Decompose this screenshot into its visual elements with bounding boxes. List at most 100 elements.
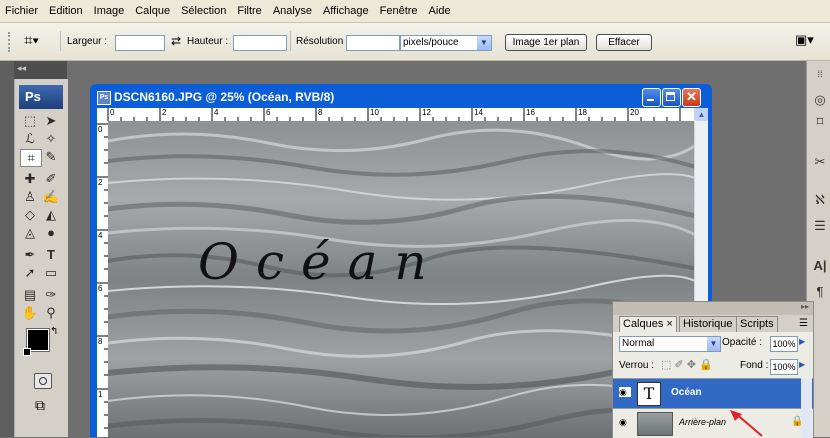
text-layer-thumbnail: T xyxy=(637,382,661,406)
lock-label: Verrou : xyxy=(619,360,655,371)
minimize-button[interactable] xyxy=(642,88,661,107)
document-title: DSCN6160.JPG @ 25% (Océan, RVB/8) xyxy=(114,90,335,104)
scroll-up-icon[interactable]: ▲ xyxy=(695,108,708,121)
fill-arrow-icon[interactable]: ▶ xyxy=(799,360,805,369)
menu-window[interactable]: Fenêtre xyxy=(375,0,424,22)
marquee-tool-icon[interactable]: ⬚ xyxy=(20,113,40,129)
resolution-input[interactable] xyxy=(346,35,400,51)
paragraph-icon[interactable]: ¶ xyxy=(811,283,829,301)
swatches-icon[interactable]: ✂ xyxy=(811,153,829,171)
image-canvas[interactable]: Océan xyxy=(108,121,694,437)
visibility-eye-icon[interactable]: ◉ xyxy=(619,417,631,427)
panel-collapse-icon[interactable]: ▸▸ xyxy=(801,302,809,311)
quick-mask-icon[interactable] xyxy=(34,373,52,389)
magic-wand-icon[interactable]: ✧ xyxy=(41,131,61,147)
grip-handle[interactable] xyxy=(8,32,20,52)
screen-mode-icon[interactable]: ⧉ xyxy=(35,397,45,414)
workspace-icon[interactable]: ▣▾ xyxy=(795,32,817,50)
ruler-v-label: 8 xyxy=(98,337,103,346)
zoom-tool-icon[interactable]: ⚲ xyxy=(41,305,61,321)
toolbox: Ps ⬚ ➤ ℒ ✧ ⌗ ✎ ✚ ✐ ♙ ✍ ◇ ◭ ◬ ● ✒ T ➚ ▭ ▤… xyxy=(14,79,68,437)
slice-tool-icon[interactable]: ✎ xyxy=(41,149,61,165)
photoshop-logo: Ps xyxy=(19,85,63,109)
menu-select[interactable]: Sélection xyxy=(176,0,232,22)
lasso-tool-icon[interactable]: ℒ xyxy=(20,131,40,147)
clear-button[interactable]: Effacer xyxy=(596,34,652,51)
move-tool-icon[interactable]: ➤ xyxy=(41,113,61,129)
maximize-button[interactable] xyxy=(662,88,681,107)
tab-history[interactable]: Historique xyxy=(679,316,737,332)
brush-tool-icon[interactable]: ✐ xyxy=(41,171,61,187)
path-selection-icon[interactable]: ➚ xyxy=(20,265,40,281)
close-icon[interactable]: ✕ xyxy=(682,88,701,107)
menu-analysis[interactable]: Analyse xyxy=(268,0,318,22)
hand-tool-icon[interactable]: ✋ xyxy=(20,305,40,321)
chevron-down-icon[interactable]: ▼ xyxy=(707,337,720,351)
menu-image[interactable]: Image xyxy=(89,0,131,22)
crop-tool-icon[interactable]: ⌗ xyxy=(20,149,42,167)
separator xyxy=(60,31,61,51)
crop-tool-preset-icon[interactable]: ⌗▾ xyxy=(24,31,46,51)
fill-label: Fond : xyxy=(740,360,769,371)
swap-icon[interactable]: ⇄ xyxy=(171,34,181,48)
horizontal-ruler[interactable]: 0 2 4 6 8 10 12 14 16 18 20 xyxy=(97,108,705,122)
document-title-bar[interactable]: Ps DSCN6160.JPG @ 25% (Océan, RVB/8) ✕ xyxy=(95,86,701,108)
menu-view[interactable]: Affichage xyxy=(318,0,375,22)
tab-layers[interactable]: Calques × xyxy=(619,316,677,332)
tab-scripts[interactable]: Scripts xyxy=(736,316,778,332)
front-image-button[interactable]: Image 1er plan xyxy=(505,34,587,51)
blur-tool-icon[interactable]: ◬ xyxy=(20,225,40,241)
collapse-icon[interactable]: ◂◂ xyxy=(17,63,26,74)
blend-mode-select[interactable]: Normal ▼ xyxy=(619,336,721,352)
menu-edit[interactable]: Edition xyxy=(44,0,89,22)
styles-icon[interactable]: ℵ xyxy=(811,191,829,209)
visibility-eye-icon[interactable]: ◉ xyxy=(619,387,631,397)
healing-brush-icon[interactable]: ✚ xyxy=(20,171,40,187)
navigator-icon[interactable]: ◎ xyxy=(811,91,829,109)
menu-layer[interactable]: Calque xyxy=(130,0,176,22)
height-input[interactable] xyxy=(233,35,287,51)
type-tool-icon[interactable]: T xyxy=(41,247,61,263)
layers-scrollbar[interactable] xyxy=(801,378,812,438)
ruler-h-label: 4 xyxy=(214,108,219,117)
panel-menu-icon[interactable]: ☰ xyxy=(799,318,808,329)
resolution-unit-value: pixels/pouce xyxy=(403,37,459,48)
pen-tool-icon[interactable]: ✒ xyxy=(20,247,40,263)
actions-icon[interactable]: ☰ xyxy=(811,217,829,235)
panel-grip-icon[interactable]: ⁞⁞ xyxy=(811,65,829,83)
swap-colors-icon[interactable]: ↰ xyxy=(50,326,58,337)
menu-filter[interactable]: Filtre xyxy=(232,0,267,22)
menu-help[interactable]: Aide xyxy=(424,0,457,22)
left-dock xyxy=(0,61,14,437)
fill-input[interactable]: 100% xyxy=(770,359,798,375)
rectangle-tool-icon[interactable]: ▭ xyxy=(41,265,61,281)
clone-stamp-icon[interactable]: ♙ xyxy=(20,189,40,205)
eyedropper-icon[interactable]: ✑ xyxy=(41,287,61,303)
ruler-h-label: 16 xyxy=(526,108,535,117)
ruler-v-label: 1 xyxy=(98,390,103,399)
menu-file[interactable]: Fichier xyxy=(0,0,44,22)
info-icon[interactable]: ⌑ xyxy=(811,113,829,131)
history-brush-icon[interactable]: ✍ xyxy=(41,189,61,205)
paint-bucket-icon[interactable]: ◭ xyxy=(41,207,61,223)
background-layer-thumbnail xyxy=(637,412,673,436)
resolution-unit-select[interactable]: pixels/pouce ▼ xyxy=(400,35,492,51)
ruler-v-label: 2 xyxy=(98,178,103,187)
character-icon[interactable]: A| xyxy=(811,257,829,275)
layer-row-ocean[interactable]: ◉ T Océan xyxy=(613,378,813,408)
lock-icons[interactable]: ⬚ ✐ ✥ 🔒 xyxy=(661,358,713,371)
panel-header[interactable]: ▸▸ xyxy=(613,302,813,315)
toolbox-header[interactable]: ◂◂ xyxy=(14,61,67,79)
resolution-label: Résolution : xyxy=(296,36,349,47)
ocean-text-layer[interactable]: Océan xyxy=(198,234,444,290)
eraser-tool-icon[interactable]: ◇ xyxy=(20,207,40,223)
dodge-tool-icon[interactable]: ● xyxy=(41,225,61,241)
default-colors-icon[interactable] xyxy=(23,348,31,356)
ruler-h-label: 8 xyxy=(318,108,323,117)
opacity-input[interactable]: 100% xyxy=(770,336,798,352)
notes-tool-icon[interactable]: ▤ xyxy=(20,287,40,303)
opacity-arrow-icon[interactable]: ▶ xyxy=(799,337,805,346)
width-input[interactable] xyxy=(115,35,165,51)
layer-row-background[interactable]: ◉ Arrière-plan 🔒 xyxy=(613,408,813,438)
chevron-down-icon[interactable]: ▼ xyxy=(477,36,491,50)
